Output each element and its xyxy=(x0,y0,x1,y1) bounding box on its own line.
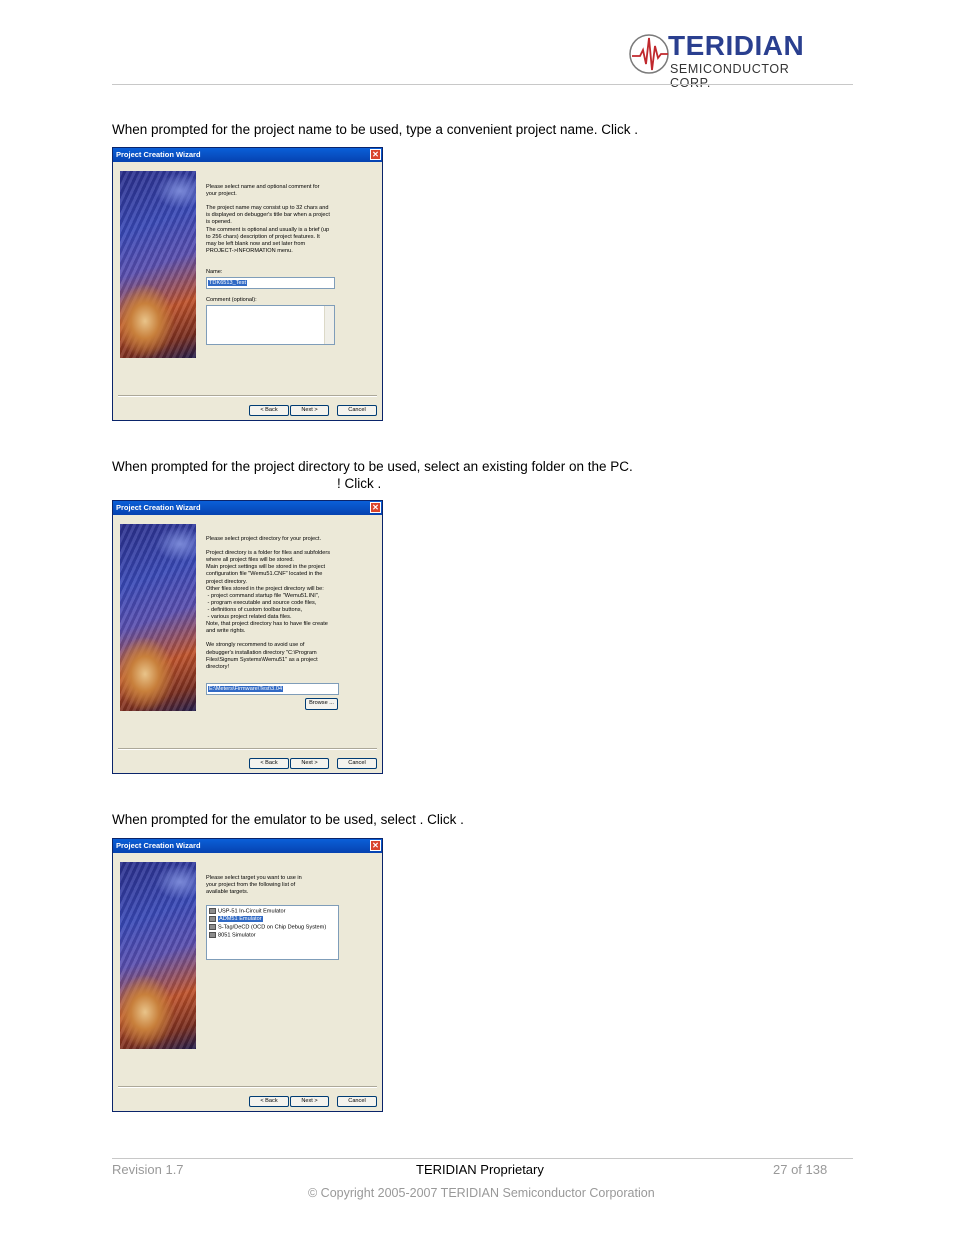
debug-chip-icon xyxy=(209,924,216,930)
step-2-text-line-1: When prompted for the project directory … xyxy=(112,459,633,474)
simulator-icon xyxy=(209,932,216,938)
close-icon[interactable]: ✕ xyxy=(370,502,381,513)
wizard-window-name: Project Creation Wizard ✕ Please select … xyxy=(112,147,383,421)
emulator-icon xyxy=(209,916,216,922)
list-item[interactable]: 8051 Simulator xyxy=(209,932,256,939)
next-button[interactable]: Next > xyxy=(290,1096,329,1107)
cancel-button[interactable]: Cancel xyxy=(337,405,377,416)
cancel-button[interactable]: Cancel xyxy=(337,758,377,769)
revision-label: Revision 1.7 xyxy=(112,1162,184,1177)
wizard-title-bar: Project Creation Wizard xyxy=(113,839,382,853)
target-list[interactable]: USP-51 In-Circuit Emulator ADM51 Emulato… xyxy=(206,905,339,960)
wizard-art-image xyxy=(120,524,196,711)
comment-label: Comment (optional): xyxy=(206,297,257,303)
copyright-notice: © Copyright 2005-2007 TERIDIAN Semicondu… xyxy=(308,1186,655,1200)
wizard-instructions: Please select name and optional comment … xyxy=(206,184,330,254)
back-button[interactable]: < Back xyxy=(249,758,289,769)
wizard-art-image xyxy=(120,171,196,358)
step-3-text: When prompted for the emulator to be use… xyxy=(112,812,464,827)
next-button[interactable]: Next > xyxy=(290,758,329,769)
button-separator xyxy=(118,748,377,750)
step-1-text: When prompted for the project name to be… xyxy=(112,122,639,137)
back-button[interactable]: < Back xyxy=(249,1096,289,1107)
comment-textarea[interactable] xyxy=(206,305,335,345)
cancel-button[interactable]: Cancel xyxy=(337,1096,377,1107)
project-directory-value: E:\Meters\Firmware\Test\3.04 xyxy=(208,686,284,692)
wizard-title-bar: Project Creation Wizard xyxy=(113,148,382,162)
list-item[interactable]: ADM51 Emulator xyxy=(209,916,263,923)
logo-signal-icon xyxy=(629,34,669,74)
browse-button[interactable]: Browse ... xyxy=(305,698,338,710)
logo-subtitle: SEMICONDUCTOR CORP. xyxy=(670,62,790,90)
emulator-icon xyxy=(209,908,216,914)
project-directory-input[interactable]: E:\Meters\Firmware\Test\3.04 xyxy=(206,683,339,695)
name-label: Name: xyxy=(206,269,223,275)
list-item[interactable]: USP-51 In-Circuit Emulator xyxy=(209,908,285,915)
company-logo: TERIDIAN SEMICONDUCTOR CORP. xyxy=(628,30,833,90)
close-icon[interactable]: ✕ xyxy=(370,149,381,160)
proprietary-label: TERIDIAN Proprietary xyxy=(416,1162,544,1177)
page-number: 27 of 138 xyxy=(773,1162,828,1177)
list-item[interactable]: S-Tag/DeCD (OCD on Chip Debug System) xyxy=(209,924,326,931)
wizard-title-bar: Project Creation Wizard xyxy=(113,501,382,515)
wizard-window-target: Project Creation Wizard ✕ Please select … xyxy=(112,838,383,1112)
project-name-value: TDK6513_Test xyxy=(208,280,248,286)
project-name-input[interactable]: TDK6513_Test xyxy=(206,277,335,289)
close-icon[interactable]: ✕ xyxy=(370,840,381,851)
wizard-window-directory: Project Creation Wizard ✕ Please select … xyxy=(112,500,383,774)
logo-brand-text: TERIDIAN xyxy=(668,30,805,61)
next-button[interactable]: Next > xyxy=(290,405,329,416)
button-separator xyxy=(118,395,377,397)
wizard-instructions: Please select target you want to use in … xyxy=(206,875,302,896)
wizard-instructions: Please select project directory for your… xyxy=(206,536,331,670)
comment-scrollbar[interactable] xyxy=(324,306,334,344)
back-button[interactable]: < Back xyxy=(249,405,289,416)
step-2-text-line-2: ! Click . xyxy=(337,476,382,491)
footer-divider xyxy=(112,1158,853,1159)
header-divider xyxy=(112,84,853,85)
wizard-art-image xyxy=(120,862,196,1049)
button-separator xyxy=(118,1086,377,1088)
